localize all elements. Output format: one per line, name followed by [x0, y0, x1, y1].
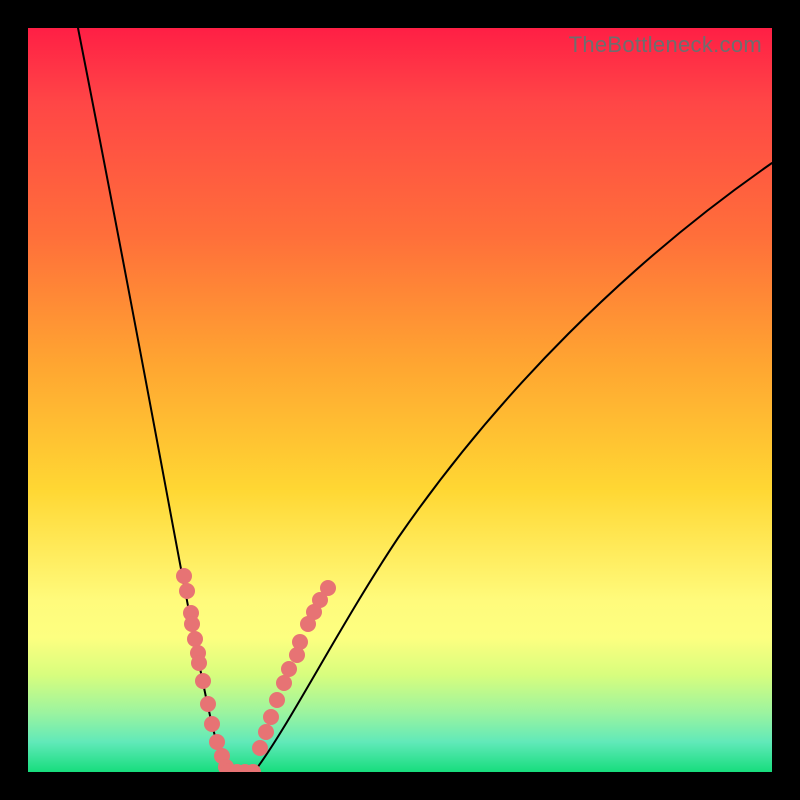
left-arm-markers-point — [184, 616, 200, 632]
right-arm-markers-point — [269, 692, 285, 708]
left-arm-markers-point — [179, 583, 195, 599]
bottom-joiner-group — [221, 763, 261, 772]
right-arm-markers-point — [276, 675, 292, 691]
left-arm-markers-point — [200, 696, 216, 712]
left-arm-markers-point — [187, 631, 203, 647]
left-arm-markers-point — [204, 716, 220, 732]
right-arm-markers-point — [300, 616, 316, 632]
right-arm-markers-group — [252, 580, 336, 756]
left-arm-markers-group — [176, 568, 234, 772]
plot-gradient-area: TheBottleneck.com — [28, 28, 772, 772]
right-curve — [254, 163, 772, 772]
right-arm-markers-point — [289, 647, 305, 663]
right-arm-markers-point — [281, 661, 297, 677]
right-arm-markers-point — [263, 709, 279, 725]
curve-overlay — [28, 28, 772, 772]
left-arm-markers-point — [176, 568, 192, 584]
left-arm-markers-point — [209, 734, 225, 750]
right-arm-markers-point — [258, 724, 274, 740]
chart-frame: TheBottleneck.com — [0, 0, 800, 800]
left-curve — [78, 28, 230, 772]
left-arm-markers-point — [195, 673, 211, 689]
right-arm-markers-point — [252, 740, 268, 756]
left-arm-markers-point — [191, 655, 207, 671]
